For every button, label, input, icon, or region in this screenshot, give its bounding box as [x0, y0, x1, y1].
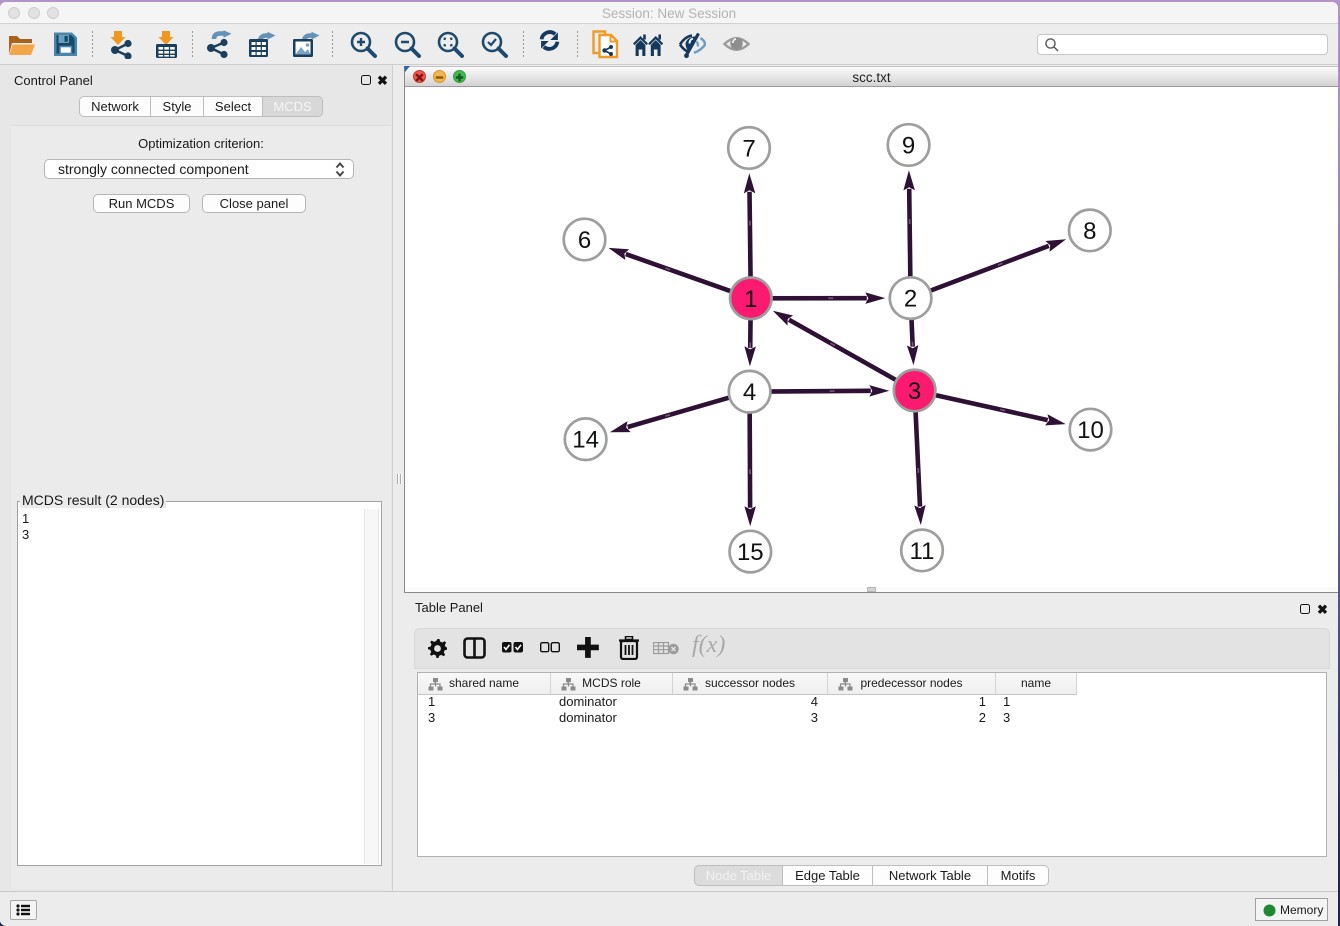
- svg-text:1: 1: [744, 286, 757, 313]
- svg-text:15: 15: [737, 539, 764, 566]
- svg-text:2: 2: [904, 286, 917, 313]
- svg-text:6: 6: [578, 227, 591, 254]
- svg-text:4: 4: [743, 379, 756, 406]
- svg-text:11: 11: [910, 538, 935, 565]
- svg-text:14: 14: [572, 427, 599, 454]
- svg-text:7: 7: [742, 136, 755, 163]
- svg-text:8: 8: [1083, 218, 1096, 245]
- svg-text:9: 9: [902, 133, 915, 160]
- svg-text:3: 3: [908, 378, 921, 405]
- svg-text:10: 10: [1077, 417, 1104, 444]
